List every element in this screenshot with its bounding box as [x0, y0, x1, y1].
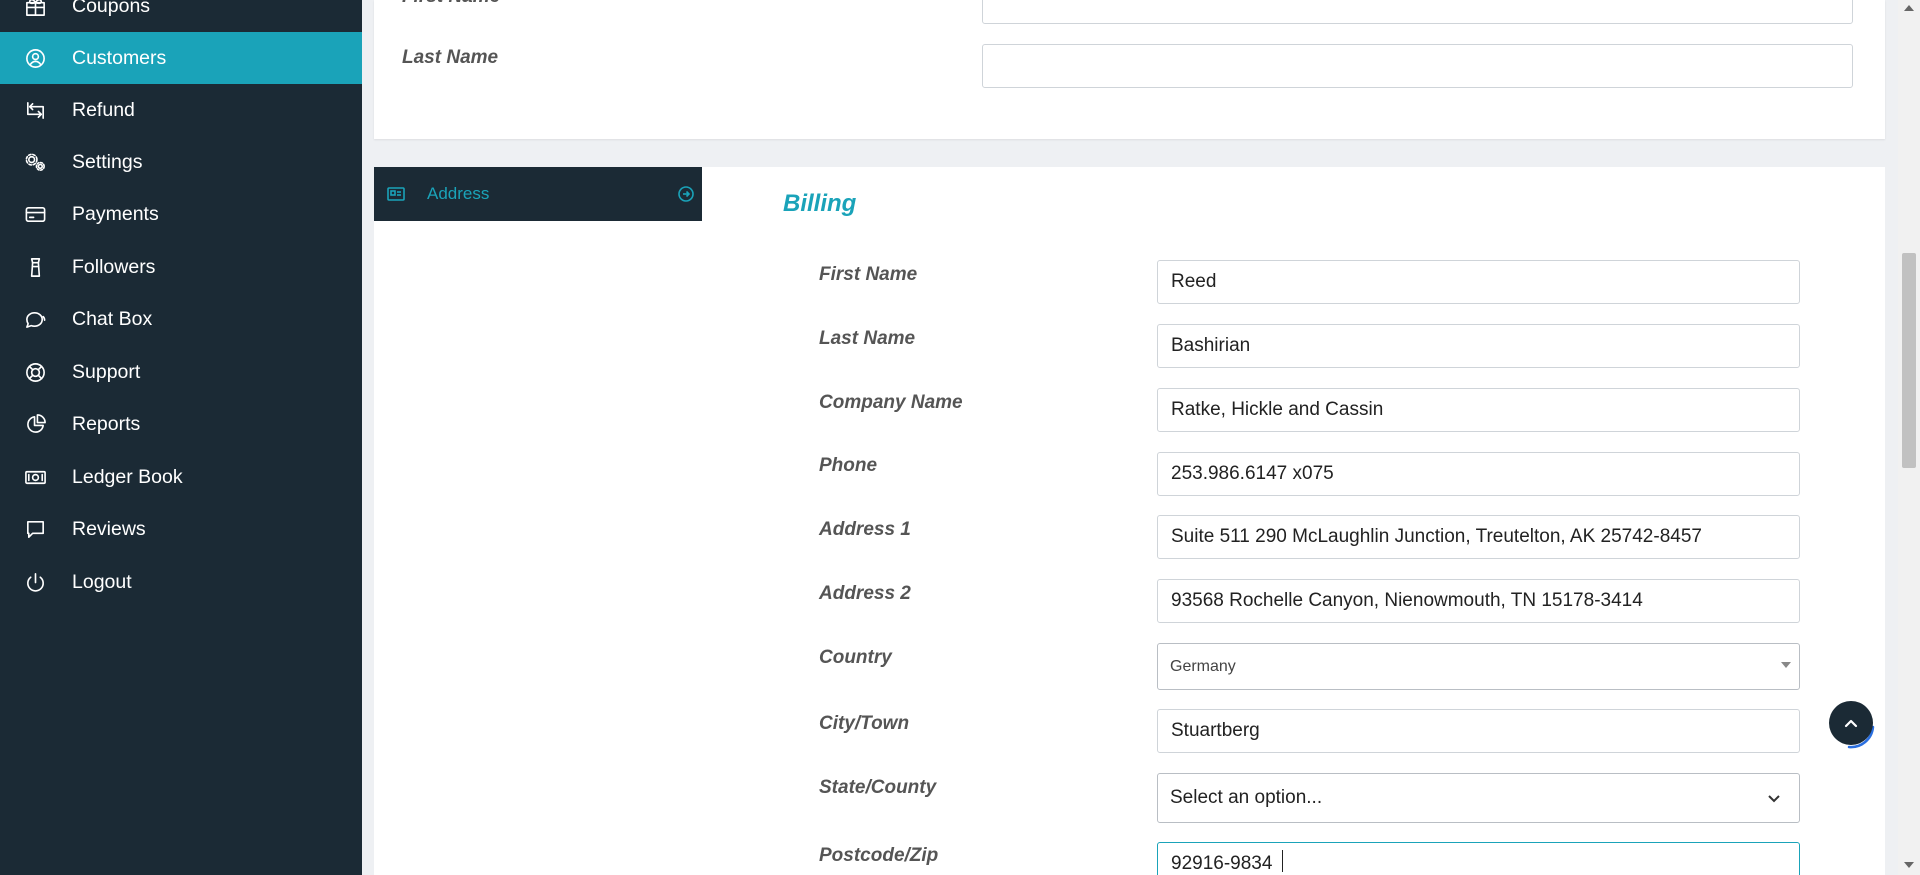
billing-phone-label: Phone	[819, 455, 878, 476]
sidebar-item-label: Followers	[72, 255, 156, 278]
billing-address1-label: Address 1	[819, 519, 911, 540]
tab-address-label: Address	[427, 184, 490, 203]
billing-state-value: Select an option...	[1170, 787, 1323, 808]
billing-postcode-input[interactable]	[1157, 842, 1800, 875]
scroll-up-arrow-icon[interactable]	[1904, 5, 1914, 11]
billing-city-label: City/Town	[819, 713, 910, 734]
last-name-label: Last Name	[402, 47, 499, 68]
sidebar-item-followers[interactable]: Followers	[0, 241, 362, 293]
text-cursor	[1282, 850, 1283, 872]
billing-first-name-input[interactable]	[1157, 260, 1800, 304]
billing-title: Billing	[783, 190, 857, 217]
sidebar-item-label: Logout	[72, 570, 132, 593]
chat-icon	[22, 306, 48, 332]
banknote-icon	[22, 464, 48, 490]
sidebar-item-settings[interactable]: Settings	[0, 136, 362, 188]
credit-card-icon	[22, 201, 48, 227]
id-card-icon	[386, 184, 406, 204]
billing-country-label: Country	[819, 647, 892, 668]
billing-city-input[interactable]	[1157, 709, 1800, 753]
billing-phone-input[interactable]	[1157, 452, 1800, 496]
gift-icon	[22, 0, 48, 19]
sidebar-item-reviews[interactable]: Reviews	[0, 503, 362, 555]
sidebar-item-label: Refund	[72, 98, 135, 121]
scroll-to-top-button[interactable]	[1829, 701, 1873, 745]
sidebar-item-payments[interactable]: Payments	[0, 188, 362, 240]
billing-last-name-label: Last Name	[819, 328, 916, 349]
billing-first-name-label: First Name	[819, 264, 918, 285]
billing-country-value: Germany	[1170, 657, 1236, 675]
chevron-up-icon	[1844, 719, 1858, 728]
billing-postcode-label: Postcode/Zip	[819, 845, 939, 866]
scrollbar-thumb[interactable]	[1902, 253, 1916, 468]
comment-icon	[22, 516, 48, 542]
billing-address1-input[interactable]	[1157, 515, 1800, 559]
sidebar-item-label: Reviews	[72, 517, 146, 540]
first-name-input[interactable]	[982, 0, 1853, 24]
billing-last-name-input[interactable]	[1157, 324, 1800, 368]
scrollbar[interactable]	[1898, 0, 1920, 875]
sidebar-item-refund[interactable]: Refund	[0, 84, 362, 136]
sidebar-item-chat-box[interactable]: Chat Box	[0, 293, 362, 345]
first-name-label: First Name	[402, 0, 500, 8]
billing-address2-label: Address 2	[819, 583, 911, 604]
sidebar-item-label: Chat Box	[72, 307, 153, 330]
sidebar-item-label: Support	[72, 360, 141, 383]
sidebar-item-label: Payments	[72, 202, 159, 225]
billing-state-select[interactable]: Select an option...	[1157, 773, 1800, 823]
caret-down-icon	[1781, 662, 1791, 668]
billing-address2-input[interactable]	[1157, 579, 1800, 623]
sidebar: Coupons Customers Refund Settings Paymen…	[0, 0, 362, 875]
tab-address[interactable]: Address	[374, 167, 702, 221]
billing-company-name-input[interactable]	[1157, 388, 1800, 432]
customer-details-card: First Name Last Name	[374, 0, 1885, 139]
scroll-down-arrow-icon[interactable]	[1904, 862, 1914, 868]
sidebar-item-label: Ledger Book	[72, 465, 183, 488]
refund-icon	[22, 97, 48, 123]
sidebar-item-reports[interactable]: Reports	[0, 398, 362, 450]
sidebar-item-support[interactable]: Support	[0, 346, 362, 398]
sidebar-item-ledger-book[interactable]: Ledger Book	[0, 451, 362, 503]
gears-icon	[22, 149, 48, 175]
sidebar-item-label: Customers	[72, 46, 167, 69]
user-circle-icon	[22, 45, 48, 71]
sidebar-item-coupons[interactable]: Coupons	[0, 0, 362, 32]
circle-arrow-icon	[676, 184, 696, 204]
last-name-input[interactable]	[982, 44, 1853, 88]
chevron-down-icon	[1765, 789, 1783, 807]
sidebar-item-label: Reports	[72, 412, 141, 435]
pie-chart-icon	[22, 411, 48, 437]
billing-company-name-label: Company Name	[819, 392, 963, 413]
power-icon	[22, 569, 48, 595]
lifebuoy-icon	[22, 359, 48, 385]
sidebar-item-label: Settings	[72, 150, 143, 173]
sidebar-item-customers[interactable]: Customers	[0, 32, 362, 84]
sidebar-item-label: Coupons	[72, 0, 151, 17]
billing-country-select[interactable]: Germany	[1157, 643, 1800, 690]
billing-state-label: State/County	[819, 777, 937, 798]
sidebar-item-logout[interactable]: Logout	[0, 556, 362, 608]
shirt-icon	[22, 254, 48, 280]
